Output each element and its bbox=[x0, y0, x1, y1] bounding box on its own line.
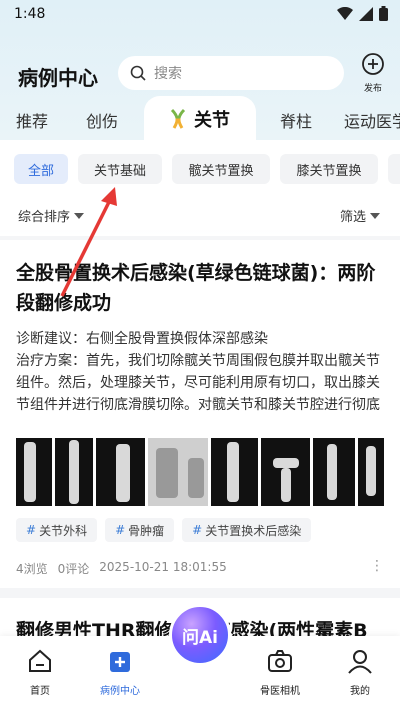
xray-image[interactable] bbox=[313, 438, 355, 506]
caret-down-icon bbox=[370, 212, 381, 219]
tab-joint[interactable]: 关节 bbox=[168, 106, 230, 132]
chip-more[interactable] bbox=[388, 154, 400, 184]
case-description: 诊断建议：右侧全股骨置换假体深部感染 治疗方案：首先，我们切除髋关节周围假包膜并… bbox=[16, 331, 380, 413]
tag-joint-surgery[interactable]: # 关节外科 bbox=[16, 518, 98, 542]
case-title: 全股骨置换术后感染(草绿色链球菌)：两阶段翻修成功 bbox=[16, 262, 376, 314]
battery-icon bbox=[379, 6, 388, 21]
publish-button[interactable]: 发布 bbox=[358, 52, 388, 94]
page-title: 病例中心 bbox=[18, 66, 98, 90]
status-icons bbox=[337, 6, 388, 21]
category-tabs: 推荐 创伤 关节 脊柱 运动医学 bbox=[0, 96, 400, 140]
publish-label: 发布 bbox=[363, 84, 382, 94]
nav-cases-label: 病例中心 bbox=[100, 686, 140, 697]
tab-joint-label: 关节 bbox=[194, 110, 230, 131]
filter-label: 筛选 bbox=[340, 210, 367, 225]
tab-sports-medicine[interactable]: 运动医学 bbox=[344, 108, 400, 132]
view-count: 4浏览 bbox=[16, 562, 48, 576]
user-icon bbox=[348, 650, 372, 674]
filter-dropdown[interactable]: 筛选 bbox=[340, 206, 381, 225]
tag-replacement-infection[interactable]: # 关节置换术后感染 bbox=[182, 518, 312, 542]
tag-bone-tumor[interactable]: # 骨肿瘤 bbox=[105, 518, 175, 542]
nav-camera-label: 骨医相机 bbox=[260, 686, 300, 697]
case-tags: # 关节外科 # 骨肿瘤 # 关节置换术后感染 bbox=[16, 518, 312, 542]
more-options-icon[interactable]: ⋮ bbox=[370, 558, 384, 574]
xray-image[interactable] bbox=[54, 438, 93, 506]
signal-icon bbox=[359, 6, 373, 21]
chip-hip-replacement[interactable]: 髋关节置换 bbox=[172, 154, 270, 184]
search-input[interactable]: 搜索 bbox=[118, 56, 344, 90]
plus-circle-icon bbox=[362, 53, 384, 75]
comment-count: 0评论 bbox=[57, 562, 90, 576]
status-bar: 1:48 bbox=[0, 0, 400, 28]
xray-image[interactable] bbox=[261, 438, 311, 506]
xray-image[interactable] bbox=[357, 438, 384, 506]
nav-mine-label: 我的 bbox=[350, 686, 370, 697]
nav-cases[interactable]: 病例中心 bbox=[90, 648, 150, 697]
case-images bbox=[16, 438, 384, 506]
filter-panel: 全部 关节基础 髋关节置换 膝关节置换 综合排序 筛选 bbox=[0, 140, 400, 230]
joint-bone-icon bbox=[170, 108, 186, 129]
tab-spine[interactable]: 脊柱 bbox=[280, 108, 312, 132]
chip-joint-basics[interactable]: 关节基础 bbox=[78, 154, 162, 184]
home-icon bbox=[29, 649, 51, 672]
nav-camera[interactable]: 骨医相机 bbox=[250, 648, 310, 697]
sort-label: 综合排序 bbox=[18, 210, 71, 225]
chip-knee-replacement[interactable]: 膝关节置换 bbox=[280, 154, 378, 184]
chip-all[interactable]: 全部 bbox=[14, 154, 68, 184]
post-date: 2025-10-21 18:01:55 bbox=[99, 560, 227, 574]
ai-button[interactable]: 问Ai bbox=[169, 604, 231, 666]
tab-trauma[interactable]: 创伤 bbox=[86, 108, 118, 132]
xray-image[interactable] bbox=[210, 438, 259, 506]
tab-recommend[interactable]: 推荐 bbox=[16, 108, 48, 132]
nav-home-label: 首页 bbox=[30, 686, 50, 697]
search-placeholder: 搜索 bbox=[154, 66, 182, 82]
sort-dropdown[interactable]: 综合排序 bbox=[18, 206, 85, 225]
xray-image[interactable] bbox=[16, 438, 52, 506]
camera-icon bbox=[268, 650, 292, 672]
search-icon bbox=[130, 65, 146, 81]
caret-down-icon bbox=[74, 212, 85, 219]
status-time: 1:48 bbox=[14, 6, 46, 22]
case-card[interactable]: 全股骨置换术后感染(草绿色链球菌)：两阶段翻修成功 诊断建议：右侧全股骨置换假体… bbox=[0, 240, 400, 588]
nav-home[interactable]: 首页 bbox=[10, 648, 70, 697]
medical-kit-icon bbox=[110, 652, 130, 672]
xray-image[interactable] bbox=[95, 438, 145, 506]
case-meta: 4浏览 0评论 2025-10-21 18:01:55 bbox=[16, 560, 227, 577]
wifi-icon bbox=[337, 6, 353, 20]
xray-image[interactable] bbox=[147, 438, 208, 506]
nav-mine[interactable]: 我的 bbox=[330, 648, 390, 697]
